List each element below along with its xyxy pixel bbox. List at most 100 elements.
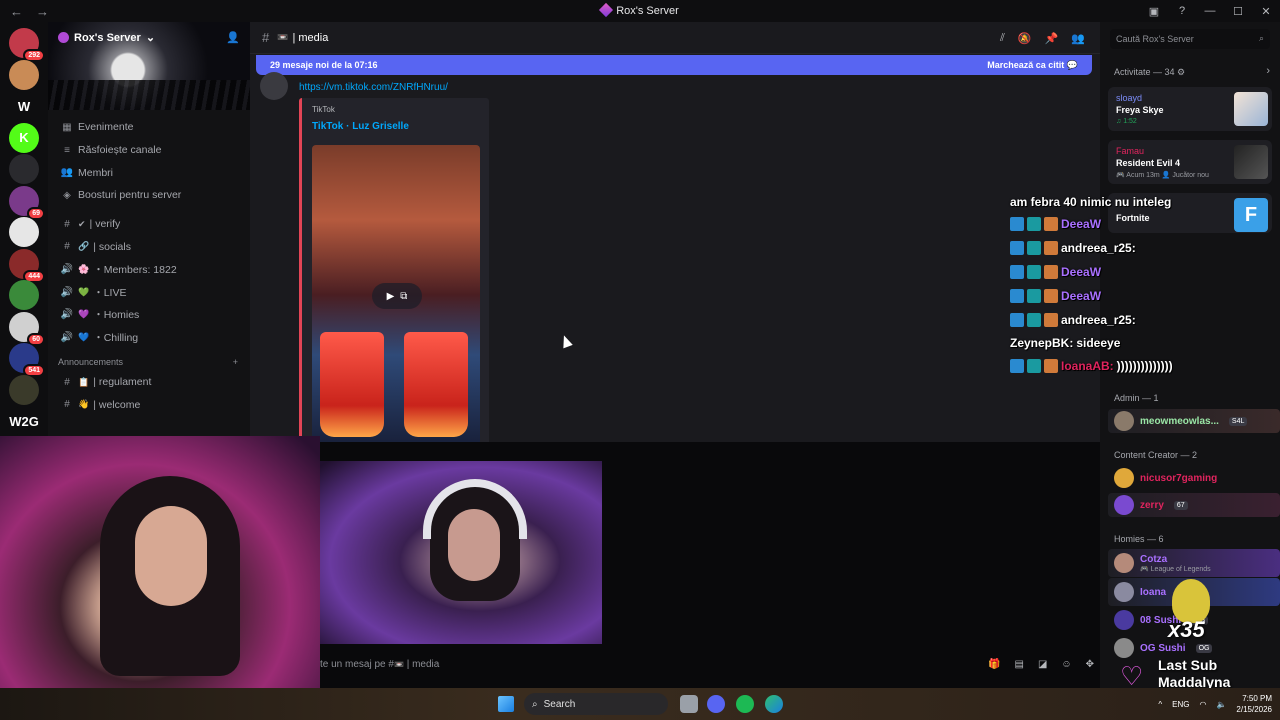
gift-icon[interactable]: 🎁	[988, 659, 1000, 670]
mute-icon[interactable]: 🔕	[1018, 32, 1032, 45]
apps-icon[interactable]: ✥	[1086, 659, 1094, 670]
server-name-button[interactable]: Rox's Server ⌄	[58, 31, 155, 44]
add-channel-icon[interactable]: +	[233, 357, 238, 367]
chat-badge-icon	[1027, 217, 1041, 231]
chevron-right-icon[interactable]: ›	[1266, 65, 1270, 77]
server-icon[interactable]: K	[9, 122, 39, 153]
close-button[interactable]: ✕	[1252, 5, 1280, 18]
play-video-button[interactable]: ▶ ⧉	[372, 283, 422, 309]
chat-badge-icon	[1027, 241, 1041, 255]
start-button[interactable]	[498, 696, 514, 712]
server-icon[interactable]: 60	[9, 311, 45, 346]
help-icon[interactable]: ?	[1168, 5, 1196, 17]
server-gem-icon	[599, 2, 614, 18]
server-icon[interactable]	[9, 59, 39, 90]
channel-item[interactable]: 🔊 🌸 ・Members: 1822	[48, 258, 250, 281]
embed-video-thumbnail[interactable]: ▶ ⧉	[312, 145, 480, 445]
thread-icon[interactable]: ⫽	[1000, 32, 1005, 45]
server-icon[interactable]: 292	[9, 28, 45, 62]
channel-item[interactable]: 🔊 💜 ・Homies	[48, 304, 250, 327]
invite-icon[interactable]: 👤	[226, 31, 240, 44]
role-header: Homies — 6	[1114, 534, 1164, 544]
channel-title: | media	[292, 31, 329, 44]
inbox-icon[interactable]: ▣	[1140, 5, 1168, 18]
overlay-username: ZeynepBK:	[1010, 336, 1074, 350]
activity-card[interactable]: Famau Resident Evil 4 🎮 Acum 13m 👤 Jucăt…	[1108, 140, 1272, 184]
minimize-button[interactable]: —	[1196, 5, 1224, 17]
activity-header[interactable]: Activitate — 34 ⚙	[1114, 67, 1185, 78]
gear-icon[interactable]: ⚙	[1177, 67, 1185, 77]
message-composer[interactable]: te un mesaj pe #📼 | media 🎁 ▤ ◪ ☺ ✥	[320, 652, 1100, 676]
channel-item[interactable]: 🔊 💙 ・Chilling	[48, 326, 250, 349]
embed-title-link[interactable]: TikTok · Luz Griselle	[312, 121, 409, 132]
channel-type-icon: #	[64, 376, 70, 388]
channel-item[interactable]: # 📋 | regulament	[48, 371, 250, 394]
new-messages-bar[interactable]: 29 mesaje noi de la 07:16 Marchează ca c…	[256, 55, 1092, 75]
overlay-username: andreea_r25:	[1061, 241, 1136, 255]
language-indicator[interactable]: ENG	[1172, 700, 1189, 709]
back-icon[interactable]: ←	[10, 4, 26, 19]
channel-type-icon: 🔊	[60, 286, 74, 298]
title-bar: ← → Rox's Server ▣ ? — ☐ ✕	[0, 0, 1280, 22]
cup-image	[404, 332, 468, 437]
header-toolbar: ⫽ 🔕 📌 👥	[1000, 22, 1085, 54]
channel-item[interactable]: 🔊 💚 ・LIVE	[48, 281, 250, 304]
server-icon[interactable]: 69	[9, 185, 45, 220]
sidebar-nav-item[interactable]: ≡ Răsfoiește canale	[48, 139, 250, 162]
overlay-message: sideeye	[1076, 336, 1121, 350]
channel-item[interactable]: # ✔ | verify	[48, 213, 250, 236]
message-link[interactable]: https://vm.tiktok.com/ZNRfHNruu/	[299, 82, 448, 93]
overlay-username: IoanaAB:	[1061, 359, 1114, 373]
member-row[interactable]: zerry 67	[1108, 493, 1280, 517]
member-row[interactable]: meowmeowlas... S4L	[1108, 409, 1280, 433]
channel-emoji: 🔗	[78, 241, 90, 252]
clock[interactable]: 7:50 PM 2/15/2026	[1236, 693, 1272, 715]
server-icon[interactable]: 541	[9, 343, 45, 377]
discord-icon[interactable]	[707, 695, 725, 713]
server-icon[interactable]	[9, 217, 39, 247]
sidebar-nav-item[interactable]: ◈ Boosturi pentru server	[48, 184, 250, 207]
pin-icon[interactable]: 📌	[1045, 32, 1059, 45]
search-input[interactable]: Caută Rox's Server ⌕	[1110, 28, 1270, 49]
chat-badge-icon	[1044, 265, 1058, 279]
member-row[interactable]: Cotza 🎮 League of Legends	[1108, 549, 1280, 577]
channel-item[interactable]: # 👋 | welcome	[48, 394, 250, 417]
avatar[interactable]	[260, 72, 288, 100]
tray-chevron-icon[interactable]: ^	[1158, 700, 1162, 709]
forward-icon[interactable]: →	[36, 4, 52, 19]
server-icon[interactable]: W2G	[9, 406, 39, 436]
link-embed: TikTok TikTok · Luz Griselle ▶ ⧉	[299, 98, 489, 458]
server-icon[interactable]: 444	[9, 248, 45, 283]
maximize-button[interactable]: ☐	[1224, 5, 1252, 18]
channel-emoji: 💙	[78, 332, 90, 343]
sidebar-nav-item[interactable]: ▦ Evenimente	[48, 116, 250, 139]
wifi-icon[interactable]: ◠	[1199, 700, 1206, 709]
volume-icon[interactable]: 🔈	[1216, 700, 1226, 709]
chat-badge-icon	[1027, 289, 1041, 303]
server-icon[interactable]	[9, 374, 39, 405]
emoji-icon[interactable]: ☺	[1061, 659, 1071, 670]
overlay-chat-line: DeeaW	[1010, 217, 1101, 231]
gif-icon[interactable]: ▤	[1014, 659, 1023, 670]
activity-card[interactable]: sloayd Freya Skye ♫ 1:52	[1108, 87, 1272, 131]
overlay-chat-line: IoanaAB:))))))))))))))	[1010, 359, 1173, 373]
file-explorer-icon[interactable]	[680, 695, 698, 713]
taskbar-search[interactable]: ⌕ Search	[524, 693, 668, 715]
server-icon[interactable]: W	[9, 91, 39, 121]
spotify-icon[interactable]	[736, 695, 754, 713]
sticker-icon[interactable]: ◪	[1038, 659, 1047, 670]
member-row[interactable]: nicusor7gaming	[1108, 466, 1280, 490]
webcam-streamer	[0, 436, 320, 720]
server-icon[interactable]	[9, 280, 39, 310]
open-external-icon: ⧉	[400, 290, 408, 302]
server-icon[interactable]	[9, 154, 39, 184]
sidebar-nav-item[interactable]: 👥 Membri	[48, 161, 250, 184]
members-icon[interactable]: 👥	[1071, 32, 1085, 45]
mark-read-button[interactable]: Marchează ca citit 💬	[987, 60, 1078, 71]
chat-badge-icon	[1027, 359, 1041, 373]
edge-icon[interactable]	[765, 695, 783, 713]
category-header[interactable]: Announcements +	[48, 353, 250, 371]
chat-badge-icon	[1010, 359, 1024, 373]
channel-item[interactable]: # 🔗 | socials	[48, 235, 250, 258]
mark-read-icon: 💬	[1066, 59, 1078, 70]
